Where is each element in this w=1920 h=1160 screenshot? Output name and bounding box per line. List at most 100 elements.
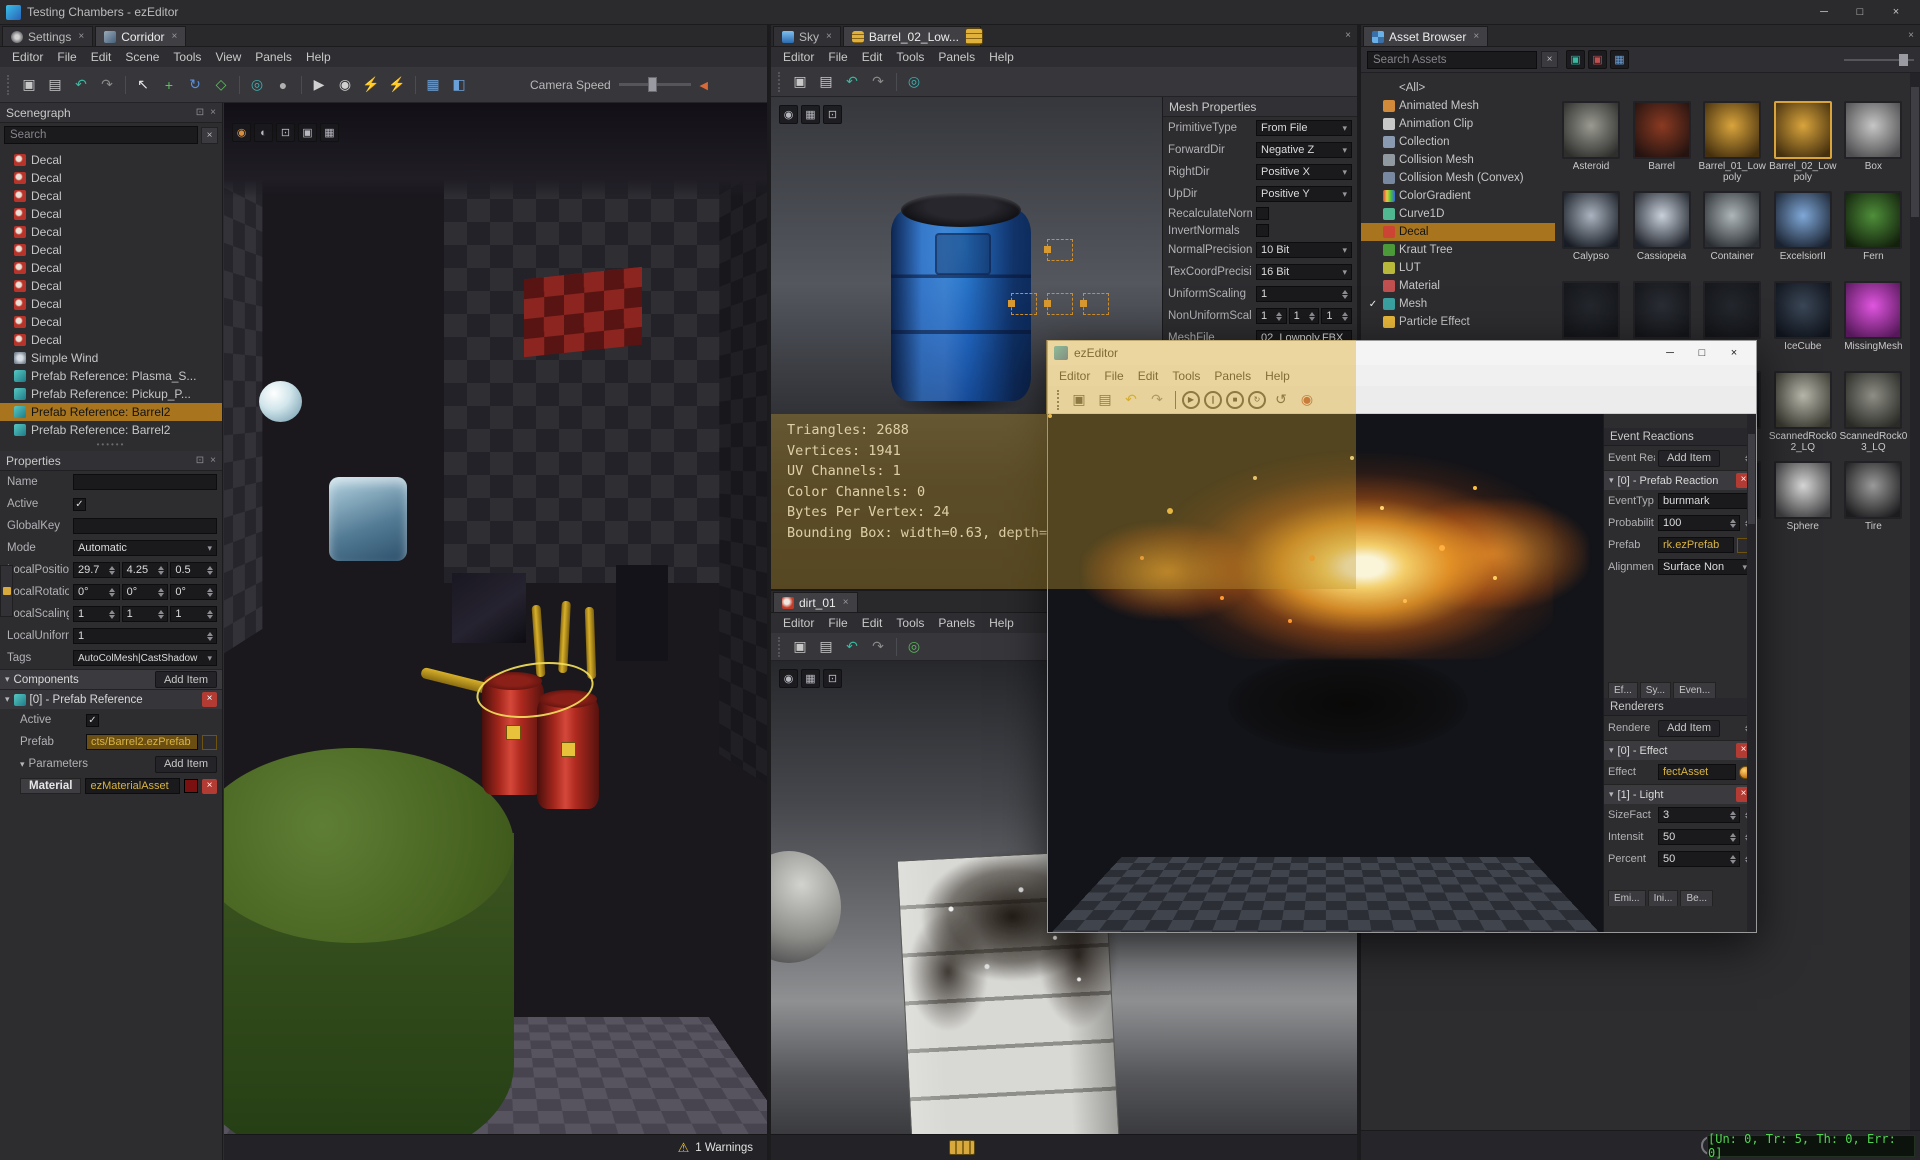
menu-item[interactable]: Tools	[889, 615, 931, 631]
tab-close-icon[interactable]: ×	[78, 31, 84, 42]
scrollbar-thumb[interactable]	[1748, 434, 1755, 524]
maximize-button[interactable]: □	[1686, 342, 1718, 364]
texcoord-precision-select[interactable]: 16 Bit	[1256, 264, 1352, 280]
property-tab[interactable]: Ini...	[1647, 890, 1679, 906]
sphere-icon[interactable]: ●	[271, 73, 295, 97]
grid-icon[interactable]: ▦	[320, 123, 339, 142]
world-icon[interactable]: ◎	[902, 635, 926, 659]
spinner-arrows[interactable]	[205, 588, 214, 597]
asset-type-item[interactable]: Kraut Tree	[1361, 241, 1555, 259]
toolbar-grip[interactable]	[778, 636, 784, 657]
scenegraph-item[interactable]: Decal	[0, 151, 222, 169]
globalkey-input[interactable]	[73, 518, 217, 534]
asset-type-item[interactable]: Animated Mesh	[1361, 97, 1555, 115]
menu-item[interactable]: View	[208, 49, 248, 65]
panel-close-icon[interactable]: ×	[210, 455, 216, 466]
scenegraph-item[interactable]: Decal	[0, 277, 222, 295]
asset-type-item[interactable]: ✓ Mesh	[1361, 295, 1555, 313]
open-icon[interactable]: ▤	[814, 635, 838, 659]
caret-icon[interactable]: ▾	[20, 759, 25, 770]
save-icon[interactable]: ▣	[17, 73, 41, 97]
caret-icon[interactable]: ▾	[5, 674, 10, 685]
asset-type-item[interactable]: Animation Clip	[1361, 115, 1555, 133]
asset-type-item[interactable]: Collision Mesh	[1361, 151, 1555, 169]
caret-icon[interactable]: ▾	[1609, 475, 1614, 486]
scenegraph-item[interactable]: Prefab Reference: Plasma_S...	[0, 367, 222, 385]
name-input[interactable]	[73, 474, 217, 490]
warning-icon[interactable]: ⚠	[678, 1140, 690, 1156]
spinner-arrows[interactable]	[1275, 312, 1284, 321]
position-input[interactable]: 0.5	[170, 562, 218, 578]
toolbar-grip[interactable]	[778, 71, 784, 92]
asset-type-item[interactable]: Particle Effect	[1361, 313, 1555, 331]
tab-close-icon[interactable]: ×	[843, 597, 849, 608]
asset-thumbnail[interactable]: Box	[1839, 101, 1907, 184]
camera-speed-slider[interactable]	[618, 77, 691, 92]
scaling-input[interactable]: 1	[73, 606, 120, 622]
scenegraph-item[interactable]: Simple Wind	[0, 349, 222, 367]
scenegraph-item[interactable]: Prefab Reference: Barrel2	[0, 421, 222, 439]
layers-icon[interactable]: ▣	[298, 123, 317, 142]
menu-item[interactable]: Editor	[5, 49, 50, 65]
material-color-swatch[interactable]	[184, 779, 198, 793]
asset-type-item[interactable]: Collection	[1361, 133, 1555, 151]
open-icon[interactable]: ▤	[814, 70, 838, 94]
menu-item[interactable]: Help	[299, 49, 338, 65]
asset-thumbnail[interactable]: Fern	[1839, 191, 1907, 274]
warnings-count[interactable]: 1 Warnings	[695, 1142, 753, 1154]
rotate-gizmo-icon[interactable]: ↻	[183, 73, 207, 97]
menu-item[interactable]: Panels	[931, 615, 982, 631]
asset-thumbnail[interactable]: Tire	[1839, 461, 1907, 544]
prefab-asset-field[interactable]: rk.ezPrefab	[1658, 537, 1734, 553]
redo-icon[interactable]: ↷	[95, 73, 119, 97]
add-item-button[interactable]: Add Item	[1658, 449, 1721, 467]
asset-browser-tab[interactable]: Asset Browser ×	[1363, 26, 1489, 46]
spinner-arrows[interactable]	[1340, 290, 1349, 299]
document-tab[interactable]: Corridor ×	[95, 26, 187, 46]
caret-icon[interactable]: ▾	[5, 694, 10, 705]
primitive-type-select[interactable]: From File	[1256, 120, 1352, 136]
scenegraph-item[interactable]: Decal	[0, 259, 222, 277]
uniform-scale-input[interactable]: 1	[73, 628, 217, 644]
position-input[interactable]: 4.25	[121, 562, 169, 578]
clear-search-icon[interactable]: ×	[201, 126, 218, 144]
camera-icon[interactable]: ◉	[779, 669, 798, 688]
menu-item[interactable]: File	[50, 49, 83, 65]
rotation-input[interactable]: 0°	[121, 584, 169, 600]
document-tab[interactable]: Settings ×	[2, 26, 94, 46]
scrollbar[interactable]	[1910, 73, 1920, 1130]
edit-handle-gizmo[interactable]	[1008, 293, 1037, 315]
play-icon[interactable]: ▶	[307, 73, 331, 97]
rotation-input[interactable]: 0°	[170, 584, 218, 600]
speaker-icon[interactable]: ◄	[692, 73, 716, 97]
tab-close-icon[interactable]: ×	[1473, 31, 1479, 42]
asset-type-item[interactable]: LUT	[1361, 259, 1555, 277]
bolt-icon[interactable]: ⚡	[359, 73, 383, 97]
edit-handle-gizmo[interactable]	[1044, 239, 1073, 261]
asset-thumbnail[interactable]: MissingMesh	[1839, 281, 1907, 364]
scaling-input[interactable]: 1	[121, 606, 169, 622]
document-tab[interactable]: Sky ×	[773, 26, 841, 46]
dock-handle-icon[interactable]	[949, 1140, 975, 1155]
camera-icon[interactable]: ◉	[232, 123, 251, 142]
panel-splitter[interactable]: ••••••	[0, 439, 222, 449]
slider-handle[interactable]	[647, 77, 657, 92]
scaling-input[interactable]: 1	[170, 606, 218, 622]
asset-thumbnail[interactable]: ScannedRock02_LQ	[1769, 371, 1837, 454]
bolt-alt-icon[interactable]: ⚡	[385, 73, 409, 97]
size-factor-input[interactable]: 3	[1658, 807, 1740, 823]
asset-type-item[interactable]: <All>	[1361, 79, 1555, 97]
save-all-icon[interactable]: ▤	[43, 73, 67, 97]
spinner-arrows[interactable]	[156, 566, 165, 575]
asset-type-item[interactable]: Material	[1361, 277, 1555, 295]
forward-dir-select[interactable]: Negative Z	[1256, 142, 1352, 158]
menu-item[interactable]: File	[821, 615, 854, 631]
thumbnail-zoom-slider[interactable]	[1844, 53, 1914, 66]
active-checkbox[interactable]: ✓	[73, 497, 86, 511]
edit-handle-gizmo[interactable]	[1044, 293, 1073, 315]
asset-thumbnail[interactable]: Cassiopeia	[1628, 191, 1696, 274]
document-tab[interactable]: Barrel_02_Low... ×	[842, 26, 981, 46]
intensity-input[interactable]: 50	[1658, 829, 1740, 845]
scenegraph-item[interactable]: Prefab Reference: Pickup_P...	[0, 385, 222, 403]
menu-item[interactable]: Edit	[84, 49, 119, 65]
